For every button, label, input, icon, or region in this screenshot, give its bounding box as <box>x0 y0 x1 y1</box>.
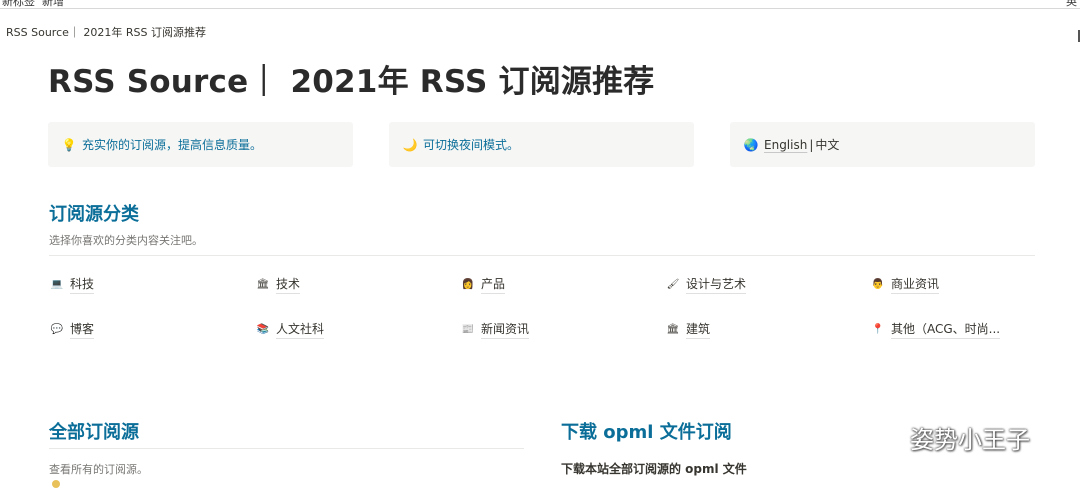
category-product[interactable]: 👩 产品 <box>461 272 506 296</box>
list-item-icon <box>52 480 60 488</box>
category-technique[interactable]: 🏛 技术 <box>256 272 301 296</box>
category-tech[interactable]: 💻 科技 <box>50 272 95 296</box>
wechat-watermark: 姿势小王子 <box>866 420 1030 455</box>
category-business[interactable]: 👨 商业资讯 <box>871 272 940 296</box>
page-title: RSS Source｜ 2021年 RSS 订阅源推荐 <box>48 64 655 100</box>
watermark-text: 姿势小王子 <box>910 426 1030 454</box>
moon-icon: 🌙 <box>402 137 418 152</box>
category-label: 建筑 <box>686 320 711 339</box>
breadcrumb[interactable]: RSS Source｜ 2021年 RSS 订阅源推荐 <box>6 24 206 40</box>
globe-icon: 🌏 <box>743 137 759 152</box>
callout-night-mode: 🌙 可切换夜间模式。 <box>389 122 694 167</box>
all-feeds-description: 查看所有的订阅源。 <box>49 463 148 476</box>
callout-tip: 💡 充实你的订阅源，提高信息质量。 <box>48 122 353 167</box>
businessman-icon: 👨 <box>871 278 885 290</box>
category-label: 其他（ACG、时尚... <box>891 320 1001 339</box>
laptop-icon: 💻 <box>50 278 64 290</box>
chinese-label: 中文 <box>815 138 840 152</box>
opml-subheading: 下载本站全部订阅源的 opml 文件 <box>561 462 747 476</box>
tab-fragment-right: 英 <box>1066 0 1077 8</box>
english-link[interactable]: English <box>764 138 807 152</box>
category-label: 商业资讯 <box>891 275 940 294</box>
language-separator: | <box>809 137 814 152</box>
divider <box>49 255 1035 256</box>
category-architecture[interactable]: 🏛 建筑 <box>666 317 711 341</box>
speech-bubble-icon: 💬 <box>50 323 64 335</box>
bank-icon: 🏛 <box>256 278 270 290</box>
category-label: 设计与艺术 <box>686 275 747 294</box>
building-icon: 🏛 <box>666 323 680 335</box>
browser-tab-strip: 新标签 新增 英 <box>0 0 1080 9</box>
newspaper-icon: 📰 <box>461 323 475 335</box>
lightbulb-icon: 💡 <box>61 137 77 152</box>
brush-icon: 🖌 <box>666 278 680 290</box>
divider <box>49 448 524 449</box>
callout-night-text: 可切换夜间模式。 <box>423 138 520 152</box>
callout-language: 🌏 English | 中文 <box>730 122 1035 167</box>
category-label: 技术 <box>276 275 301 294</box>
category-label: 科技 <box>70 275 95 294</box>
category-blog[interactable]: 💬 博客 <box>50 317 95 341</box>
category-label: 产品 <box>481 275 506 294</box>
opml-heading: 下载 opml 文件订阅 <box>561 422 732 443</box>
category-label: 新闻资讯 <box>481 320 530 339</box>
books-icon: 📚 <box>256 323 270 335</box>
pin-icon: 📍 <box>871 323 885 335</box>
category-design-art[interactable]: 🖌 设计与艺术 <box>666 272 747 296</box>
tab-fragment-new[interactable]: 新增 <box>42 0 64 8</box>
category-news[interactable]: 📰 新闻资讯 <box>461 317 530 341</box>
category-label: 博客 <box>70 320 95 339</box>
categories-heading: 订阅源分类 <box>49 204 139 225</box>
wechat-logo-icon <box>867 424 902 450</box>
tab-fragment-left[interactable]: 新标签 <box>2 0 35 8</box>
category-humanities[interactable]: 📚 人文社科 <box>256 317 325 341</box>
categories-description: 选择你喜欢的分类内容关注吧。 <box>49 234 203 247</box>
all-feeds-heading: 全部订阅源 <box>49 422 139 443</box>
category-label: 人文社科 <box>276 320 325 339</box>
person-icon: 👩 <box>461 278 475 290</box>
category-other[interactable]: 📍 其他（ACG、时尚... <box>871 317 1001 341</box>
callout-tip-text: 充实你的订阅源，提高信息质量。 <box>82 138 263 152</box>
